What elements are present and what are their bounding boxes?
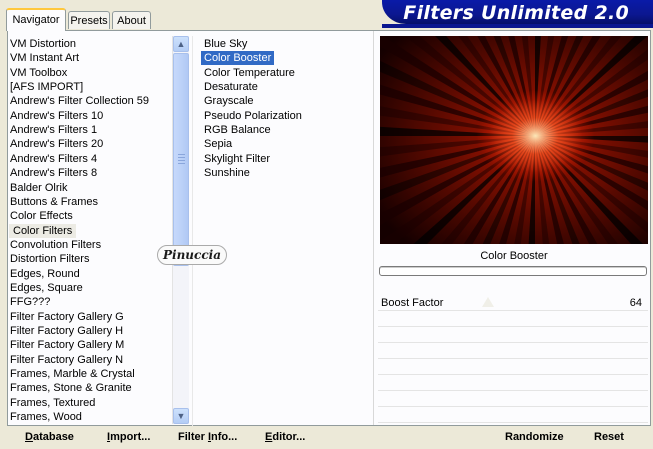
selected-filter-name: Color Booster bbox=[480, 250, 548, 262]
category-item[interactable]: Frames, Marble & Crystal bbox=[10, 367, 135, 381]
category-item[interactable]: Andrew's Filter Collection 59 bbox=[10, 94, 149, 108]
title-banner: Filters Unlimited 2.0 bbox=[382, 0, 653, 24]
progress-bar bbox=[379, 266, 647, 276]
filter-info-button[interactable]: Filter Info... bbox=[178, 430, 237, 445]
category-item[interactable]: Convolution Filters bbox=[10, 238, 101, 252]
filter-item[interactable]: Color Booster bbox=[201, 51, 275, 66]
filter-item[interactable]: Blue Sky bbox=[201, 37, 250, 51]
slider-thumb[interactable] bbox=[481, 297, 494, 307]
category-item[interactable]: Andrew's Filters 1 bbox=[10, 123, 97, 137]
tab-strip: Navigator Presets About bbox=[0, 0, 380, 31]
category-item[interactable]: Andrew's Filters 20 bbox=[10, 137, 103, 151]
tab-navigator[interactable]: Navigator bbox=[6, 8, 66, 31]
parameter-row bbox=[378, 311, 648, 327]
scroll-grip-line bbox=[178, 157, 185, 158]
scroll-grip-line bbox=[178, 160, 185, 161]
parameter-row bbox=[378, 375, 648, 391]
category-item[interactable]: Filter Factory Gallery G bbox=[10, 310, 124, 324]
category-item[interactable]: Frames, Stone & Granite bbox=[10, 381, 132, 395]
scroll-thumb[interactable] bbox=[173, 53, 189, 266]
editor-button[interactable]: Editor... bbox=[265, 430, 305, 445]
watermark-badge: Pinuccia bbox=[157, 245, 227, 265]
parameter-slider[interactable] bbox=[440, 297, 630, 307]
scroll-grip-line bbox=[178, 154, 185, 155]
parameter-row[interactable]: Boost Factor 64 bbox=[378, 295, 648, 311]
category-item[interactable]: Balder Olrik bbox=[10, 181, 67, 195]
filter-item[interactable]: RGB Balance bbox=[201, 123, 274, 137]
scroll-up-button[interactable]: ▲ bbox=[173, 36, 189, 52]
category-item[interactable]: VM Toolbox bbox=[10, 66, 67, 80]
category-item[interactable]: Filter Factory Gallery M bbox=[10, 338, 124, 352]
app-title: Filters Unlimited 2.0 bbox=[403, 2, 629, 24]
category-item[interactable]: FFG??? bbox=[10, 295, 50, 309]
filter-item[interactable]: Desaturate bbox=[201, 80, 261, 94]
category-item[interactable]: VM Distortion bbox=[10, 37, 76, 51]
filter-item[interactable]: Sunshine bbox=[201, 166, 253, 180]
panel-separator bbox=[373, 31, 374, 425]
filter-item[interactable]: Skylight Filter bbox=[201, 152, 273, 166]
starburst-preview bbox=[380, 36, 648, 244]
tab-about[interactable]: About bbox=[112, 11, 151, 29]
import-button[interactable]: Import... bbox=[107, 430, 150, 445]
category-item[interactable]: Color Effects bbox=[10, 209, 73, 223]
scroll-grip-line bbox=[178, 163, 185, 164]
category-item[interactable]: Andrew's Filters 8 bbox=[10, 166, 97, 180]
category-scrollbar[interactable]: ▲ ▼ bbox=[172, 36, 189, 424]
parameter-row bbox=[378, 391, 648, 407]
category-item[interactable]: Frames, Wood bbox=[10, 410, 82, 424]
parameter-label: Boost Factor bbox=[381, 297, 444, 309]
tab-presets[interactable]: Presets bbox=[68, 11, 110, 29]
database-button[interactable]: Database bbox=[25, 430, 74, 445]
filter-item[interactable]: Sepia bbox=[201, 137, 235, 151]
category-item[interactable]: Filter Factory Gallery H bbox=[10, 324, 123, 338]
filter-item[interactable]: Grayscale bbox=[201, 94, 257, 108]
category-item[interactable]: Frames, Textured bbox=[10, 396, 95, 410]
parameter-list: Boost Factor 64 bbox=[378, 295, 648, 425]
category-item[interactable]: Edges, Round bbox=[10, 267, 80, 281]
preview-image bbox=[380, 36, 648, 244]
randomize-button[interactable]: Randomize bbox=[505, 430, 564, 445]
category-item[interactable]: [AFS IMPORT] bbox=[10, 80, 83, 94]
category-item[interactable]: Distortion Filters bbox=[10, 252, 89, 266]
parameter-row bbox=[378, 407, 648, 423]
category-item[interactable]: Andrew's Filters 10 bbox=[10, 109, 103, 123]
category-list[interactable]: VM Distortion VM Instant Art VM Toolbox [AF… bbox=[9, 36, 170, 426]
parameter-row bbox=[378, 327, 648, 343]
banner-underline bbox=[382, 24, 653, 28]
parameter-row bbox=[378, 343, 648, 359]
scroll-down-button[interactable]: ▼ bbox=[173, 408, 189, 424]
filter-item[interactable]: Color Temperature bbox=[201, 66, 298, 80]
parameter-value: 64 bbox=[629, 297, 642, 309]
category-item[interactable]: Filter Factory Gallery N bbox=[10, 353, 123, 367]
reset-button[interactable]: Reset bbox=[594, 430, 624, 445]
category-item[interactable]: Buttons & Frames bbox=[10, 195, 98, 209]
category-item[interactable]: Andrew's Filters 4 bbox=[10, 152, 97, 166]
list-divider bbox=[192, 36, 193, 426]
category-item[interactable]: VM Instant Art bbox=[10, 51, 79, 65]
category-item[interactable]: Edges, Square bbox=[10, 281, 83, 295]
parameter-row bbox=[378, 359, 648, 375]
filter-item[interactable]: Pseudo Polarization bbox=[201, 109, 305, 123]
category-item[interactable]: Color Filters bbox=[9, 223, 77, 238]
